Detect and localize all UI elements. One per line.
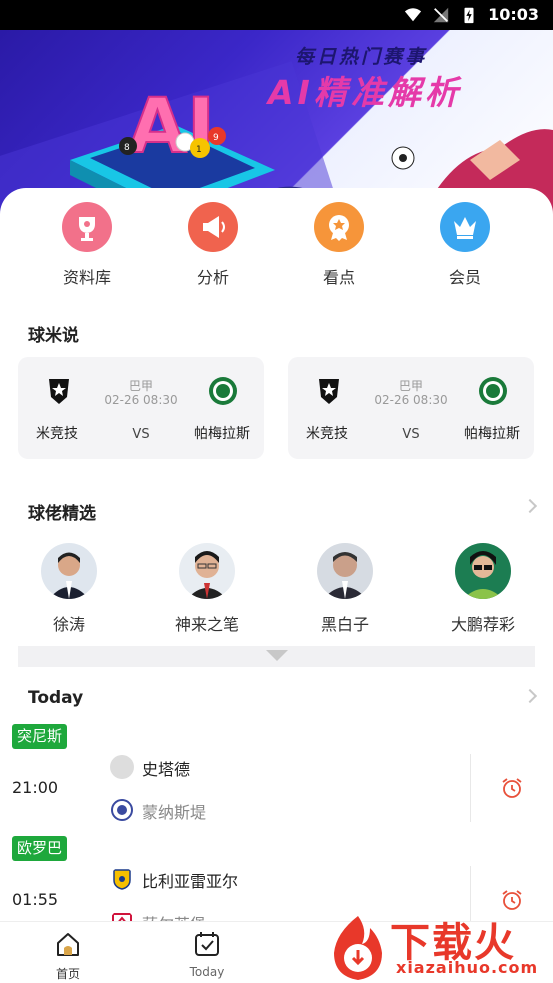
quick-item-label: 会员 [448, 268, 481, 287]
home-content: 资料库 分析 看点 会员 球米说 巴甲 02-26 08:30 米竞技 VS 帕… [0, 188, 553, 934]
chevron-right-icon[interactable] [522, 498, 538, 514]
avatar [317, 543, 373, 599]
expand-toggle[interactable] [18, 646, 535, 667]
divider [470, 754, 471, 822]
match-league: 巴甲 [128, 379, 153, 393]
section-title-text: 球米说 [28, 326, 79, 346]
quick-item-analysis[interactable]: 分析 [163, 202, 263, 288]
watermark-domain: xiazaihuo.com [396, 958, 539, 977]
team-badge-icon [110, 755, 134, 779]
watermark: 下载火 xiazaihuo.com [326, 908, 553, 983]
tab-label: 首页 [55, 967, 80, 981]
expert-name: 徐涛 [52, 615, 85, 634]
team-badge-icon [111, 799, 133, 821]
team-name: 蒙纳斯堤 [142, 803, 207, 822]
expert-name: 大鹏荐彩 [450, 615, 515, 634]
banner-subheadline: AI精准解析 [268, 73, 462, 112]
crown-icon [440, 202, 490, 252]
match-datetime: 02-26 08:30 [374, 393, 448, 407]
match-time: 21:00 [12, 778, 59, 797]
quick-item-label: 资料库 [62, 268, 111, 287]
match-league: 巴甲 [398, 379, 423, 393]
quick-item-label: 看点 [322, 268, 355, 287]
league-tag: 欧罗巴 [12, 836, 68, 861]
expert-name: 黑白子 [320, 615, 369, 634]
svg-text:1: 1 [196, 145, 202, 155]
alarm-clock-icon[interactable] [500, 776, 524, 800]
today-match-row[interactable]: 突尼斯 21:00 史塔德 蒙纳斯堤 [0, 724, 553, 832]
chevron-right-icon[interactable] [522, 688, 538, 704]
tab-today[interactable]: Today [167, 930, 247, 979]
avatar [455, 543, 511, 599]
quick-item-label: 分析 [196, 268, 229, 287]
avatar [179, 543, 235, 599]
quick-menu: 资料库 分析 看点 会员 [0, 202, 553, 292]
avatar [41, 543, 97, 599]
quick-item-highlights[interactable]: 看点 [289, 202, 389, 288]
team-badge-icon [113, 869, 131, 890]
home-icon [57, 933, 79, 956]
match-datetime: 02-26 08:30 [104, 393, 178, 407]
match-card[interactable]: 巴甲 02-26 08:30 米竞技 VS 帕梅拉斯 [18, 357, 264, 459]
section-title-text: Today [28, 688, 84, 708]
svg-text:9: 9 [213, 133, 219, 143]
megaphone-icon [188, 202, 238, 252]
battery-charging-icon [464, 7, 474, 23]
medal-icon [314, 202, 364, 252]
tab-home[interactable]: 首页 [28, 930, 108, 982]
flame-logo-icon [334, 916, 382, 980]
away-team-name: 帕梅拉斯 [194, 426, 250, 442]
quick-item-vip[interactable]: 会员 [415, 202, 515, 288]
expert-item[interactable]: 大鹏荐彩 [438, 543, 528, 635]
svg-text:8: 8 [124, 143, 130, 153]
banner-headline: 每日热门赛事 [295, 46, 428, 68]
status-time: 10:03 [488, 5, 539, 24]
section-title-qiumi: 球米说 [18, 321, 79, 346]
team-name: 比利亚雷亚尔 [142, 872, 239, 891]
match-time: 01:55 [12, 890, 59, 909]
calendar-check-icon [195, 932, 219, 956]
no-signal-icon [433, 7, 449, 22]
expert-item[interactable]: 神来之笔 [162, 543, 252, 635]
section-title-text: 球佬精选 [28, 504, 96, 524]
wifi-icon [404, 7, 422, 21]
tab-label: Today [189, 965, 225, 979]
away-team-name: 帕梅拉斯 [464, 426, 520, 442]
match-card[interactable]: 巴甲 02-26 08:30 米竞技 VS 帕梅拉斯 [288, 357, 534, 459]
section-title-experts: 球佬精选 [18, 499, 96, 524]
status-bar: 10:03 [0, 0, 553, 30]
league-tag: 突尼斯 [12, 724, 68, 749]
chevron-down-icon [266, 650, 288, 661]
expert-name: 神来之笔 [174, 615, 239, 634]
quick-item-database[interactable]: 资料库 [37, 202, 137, 288]
expert-item[interactable]: 黑白子 [300, 543, 390, 635]
section-title-today: Today [18, 688, 84, 710]
trophy-icon [62, 202, 112, 252]
expert-item[interactable]: 徐涛 [24, 543, 114, 635]
team-name: 史塔德 [142, 760, 191, 779]
